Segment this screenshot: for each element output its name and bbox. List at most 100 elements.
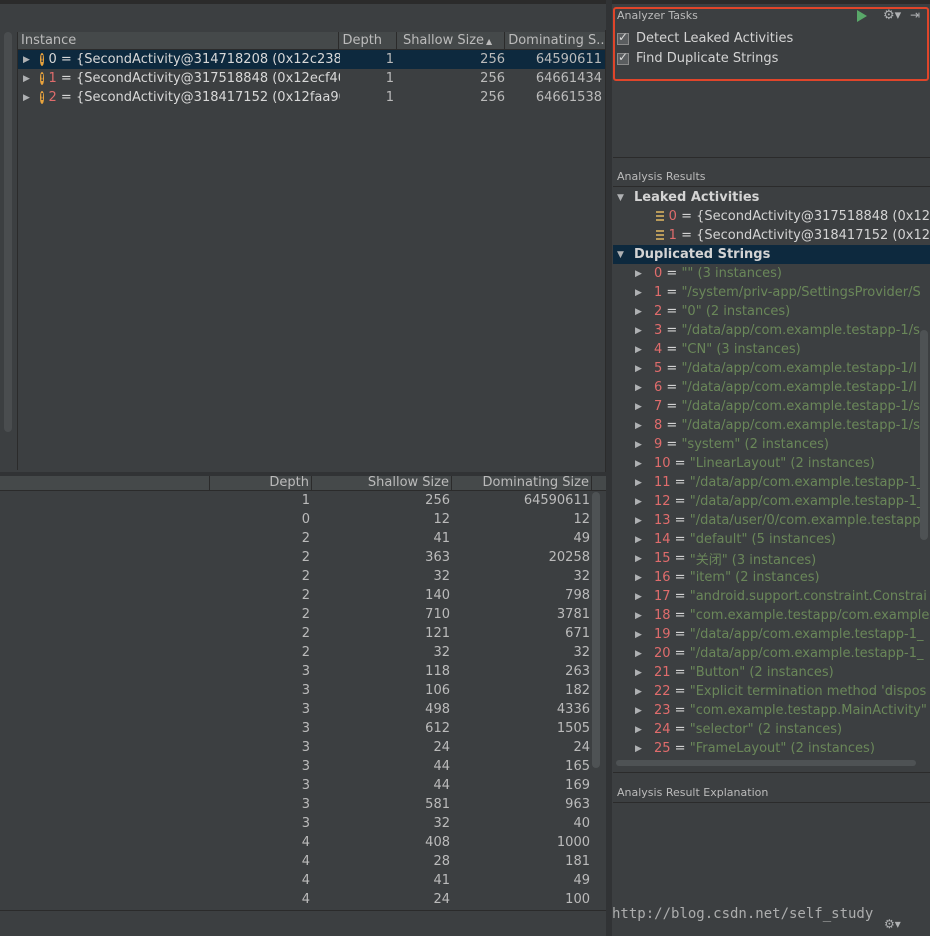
expand-right-icon[interactable]: ▶ [635,630,647,640]
run-analysis-play-icon[interactable] [857,10,867,22]
reference-row[interactable]: 2 121 671 [0,624,606,643]
expand-right-icon[interactable]: ▶ [635,383,647,393]
leaked-activity-item[interactable]: 1 = {SecondActivity@318417152 (0x12 [613,226,930,245]
col-instance[interactable]: Instance [18,32,340,49]
duplicate-string-item[interactable]: ▶ 10 = "LinearLayout" (2 instances) [613,454,930,473]
group-duplicated-strings[interactable]: ▼ Duplicated Strings [613,245,930,264]
duplicate-string-item[interactable]: ▶ 0 = "" (3 instances) [613,264,930,283]
reference-row[interactable]: 3 24 24 [0,738,606,757]
expand-right-icon[interactable]: ▶ [635,611,647,621]
duplicate-string-item[interactable]: ▶ 23 = "com.example.testapp.MainActivity" [613,701,930,720]
reference-row[interactable]: 0 12 12 [0,510,606,529]
duplicate-string-item[interactable]: ▶ 1 = "/system/priv-app/SettingsProvider/… [613,283,930,302]
expand-down-icon[interactable]: ▼ [617,250,629,260]
expand-right-icon[interactable]: ▶ [635,725,647,735]
expand-right-icon[interactable]: ▶ [635,668,647,678]
reference-row[interactable]: 3 118 263 [0,662,606,681]
col-dominating-size[interactable]: Dominating S... [505,32,605,49]
expand-right-icon[interactable]: ▶ [635,364,647,374]
task-find-duplicate-strings[interactable]: Find Duplicate Strings [617,50,778,66]
expand-right-icon[interactable]: ▶ [635,592,647,602]
expand-right-icon[interactable]: ▶ [635,421,647,431]
duplicate-string-item[interactable]: ▶ 25 = "FrameLayout" (2 instances) [613,739,930,758]
duplicate-string-item[interactable]: ▶ 16 = "item" (2 instances) [613,568,930,587]
instance-row[interactable]: ▶! 1 = {SecondActivity@317518848 (0x12ecf… [18,69,605,88]
group-leaked-activities[interactable]: ▼ Leaked Activities [613,188,930,207]
expand-right-icon[interactable]: ▶ [635,706,647,716]
expand-right-icon[interactable]: ▶ [635,459,647,469]
duplicate-string-item[interactable]: ▶ 13 = "/data/user/0/com.example.testapp [613,511,930,530]
expand-right-icon[interactable]: ▶ [635,516,647,526]
duplicate-string-item[interactable]: ▶ 9 = "system" (2 instances) [613,435,930,454]
vertical-splitter[interactable] [606,0,612,936]
task-detect-leaked-activities[interactable]: Detect Leaked Activities [617,30,793,46]
duplicate-string-item[interactable]: ▶ 2 = "0" (2 instances) [613,302,930,321]
class-list-scrollbar[interactable] [4,32,12,432]
reference-row[interactable]: 3 498 4336 [0,700,606,719]
duplicate-string-item[interactable]: ▶ 5 = "/data/app/com.example.testapp-1/l [613,359,930,378]
checkbox-checked-icon[interactable] [617,30,629,45]
duplicate-string-item[interactable]: ▶ 20 = "/data/app/com.example.testapp-1_ [613,644,930,663]
expand-right-icon[interactable]: ▶ [635,326,647,336]
expand-right-icon[interactable]: ▶ [635,345,647,355]
corner-gear-icon[interactable]: ⚙▾ [884,917,901,931]
reference-row[interactable]: 2 710 3781 [0,605,606,624]
duplicate-string-item[interactable]: ▶ 8 = "/data/app/com.example.testapp-1/s [613,416,930,435]
reference-row[interactable]: 3 581 963 [0,795,606,814]
expand-right-icon[interactable]: ▶ [635,573,647,583]
expand-right-icon[interactable]: ▶ [635,269,647,279]
reference-scrollbar[interactable] [592,492,600,768]
reference-row[interactable]: 2 140 798 [0,586,606,605]
duplicate-string-item[interactable]: ▶ 6 = "/data/app/com.example.testapp-1/l [613,378,930,397]
expand-down-icon[interactable]: ▼ [617,193,629,203]
hide-panel-icon[interactable]: ⇥ [910,8,920,22]
expand-right-icon[interactable]: ▶ [635,497,647,507]
col-depth[interactable]: Depth [339,32,398,49]
reference-row[interactable]: 3 44 169 [0,776,606,795]
duplicate-string-item[interactable]: ▶ 18 = "com.example.testapp/com.example [613,606,930,625]
expand-right-icon[interactable]: ▶ [635,535,647,545]
duplicate-string-item[interactable]: ▶ 22 = "Explicit termination method 'disp… [613,682,930,701]
reference-row[interactable]: 2 32 32 [0,643,606,662]
col-ref-shallow[interactable]: Shallow Size [312,476,452,490]
col-ref-depth[interactable]: Depth [210,476,312,490]
duplicate-string-item[interactable]: ▶ 19 = "/data/app/com.example.testapp-1_ [613,625,930,644]
expand-right-icon[interactable]: ▶ [635,744,647,754]
reference-row[interactable]: 4 408 1000 [0,833,606,852]
reference-row[interactable]: 2 32 32 [0,567,606,586]
reference-row[interactable]: 3 32 40 [0,814,606,833]
reference-row[interactable]: 3 612 1505 [0,719,606,738]
duplicate-string-item[interactable]: ▶ 7 = "/data/app/com.example.testapp-1/s [613,397,930,416]
settings-gear-icon[interactable]: ⚙▾ [883,8,901,23]
duplicate-string-item[interactable]: ▶ 12 = "/data/app/com.example.testapp-1_ [613,492,930,511]
duplicate-string-item[interactable]: ▶ 15 = "关闭" (3 instances) [613,549,930,568]
reference-row[interactable]: 4 24 100 [0,890,606,909]
reference-row[interactable]: 2 41 49 [0,529,606,548]
results-horizontal-scrollbar[interactable] [616,760,916,766]
duplicate-string-item[interactable]: ▶ 3 = "/data/app/com.example.testapp-1/s [613,321,930,340]
reference-row[interactable]: 2 363 20258 [0,548,606,567]
expand-right-icon[interactable]: ▶ [23,93,30,103]
duplicate-string-item[interactable]: ▶ 24 = "selector" (2 instances) [613,720,930,739]
expand-right-icon[interactable]: ▶ [635,440,647,450]
expand-right-icon[interactable]: ▶ [635,288,647,298]
expand-right-icon[interactable]: ▶ [635,307,647,317]
reference-row[interactable]: 3 106 182 [0,681,606,700]
reference-row[interactable]: 4 28 181 [0,852,606,871]
expand-right-icon[interactable]: ▶ [635,402,647,412]
expand-right-icon[interactable]: ▶ [635,554,647,564]
expand-right-icon[interactable]: ▶ [635,649,647,659]
duplicate-string-item[interactable]: ▶ 4 = "CN" (3 instances) [613,340,930,359]
reference-row[interactable]: 4 41 49 [0,871,606,890]
duplicate-string-item[interactable]: ▶ 21 = "Button" (2 instances) [613,663,930,682]
leaked-activity-item[interactable]: 0 = {SecondActivity@317518848 (0x12 [613,207,930,226]
duplicate-string-item[interactable]: ▶ 11 = "/data/app/com.example.testapp-1_ [613,473,930,492]
reference-row[interactable]: 1 256 64590611 [0,491,606,510]
results-vertical-scrollbar[interactable] [920,330,928,540]
checkbox-checked-icon[interactable] [617,50,629,65]
reference-row[interactable]: 3 44 165 [0,757,606,776]
duplicate-string-item[interactable]: ▶ 17 = "android.support.constraint.Constr… [613,587,930,606]
expand-right-icon[interactable]: ▶ [23,55,30,65]
instance-row[interactable]: ▶! 0 = {SecondActivity@314718208 (0x12c23… [18,50,605,69]
col-ref-dominating[interactable]: Dominating Size [452,476,592,490]
